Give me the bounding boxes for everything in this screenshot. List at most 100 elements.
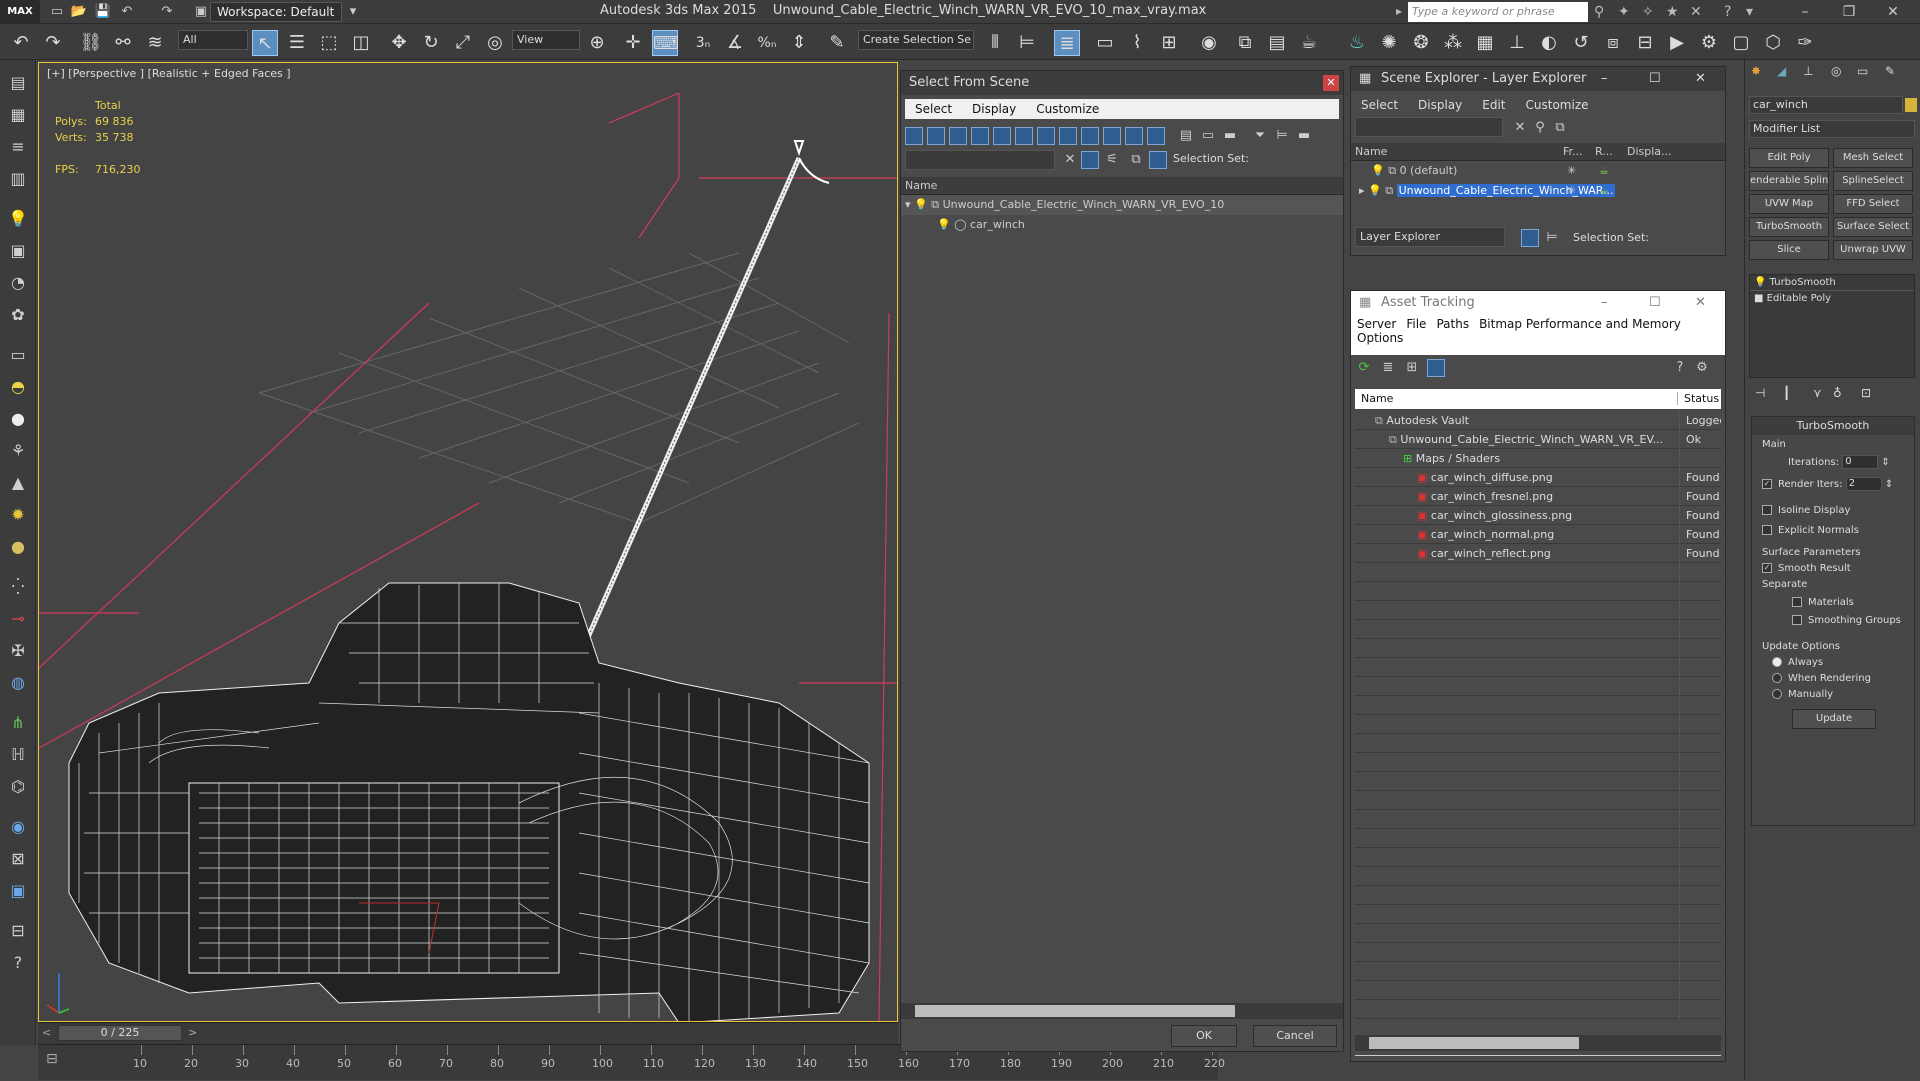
select-object-icon[interactable]: ↖ xyxy=(252,30,278,56)
light-bulb-icon[interactable]: 💡 xyxy=(914,198,928,211)
show-end-result-icon[interactable]: ┃ xyxy=(1783,386,1790,400)
asset-row[interactable] xyxy=(1355,1000,1721,1019)
render-column-header[interactable]: R... xyxy=(1595,143,1613,161)
asset-row[interactable] xyxy=(1355,943,1721,962)
asset-row[interactable]: ⧉ Unwound_Cable_Electric_Winch_WARN_VR_E… xyxy=(1355,430,1721,449)
when-rendering-row[interactable]: When Rendering xyxy=(1772,673,1871,684)
asset-row[interactable] xyxy=(1355,905,1721,924)
curve-editor-icon[interactable]: ⌇ xyxy=(1124,30,1150,56)
asset-row[interactable] xyxy=(1355,582,1721,601)
asset-row[interactable]: ⧉ Autodesk Vault Logged xyxy=(1355,411,1721,430)
maximize-button[interactable]: ☐ xyxy=(1649,67,1661,91)
disc-icon[interactable]: ● xyxy=(5,534,31,560)
find-icon[interactable]: ⚲ xyxy=(1531,119,1549,137)
save-file-icon[interactable]: 💾 xyxy=(94,3,112,21)
light-bulb-icon[interactable]: 💡 xyxy=(1368,184,1382,197)
status-column-header[interactable]: Status xyxy=(1677,392,1719,405)
display-hidden-icon[interactable] xyxy=(1147,127,1165,145)
menu-select[interactable]: Select xyxy=(1351,95,1408,115)
freeze-icon[interactable]: ✳ xyxy=(1567,181,1576,201)
modifier-button[interactable]: Edit Poly xyxy=(1749,148,1829,168)
viewport-label[interactable]: [+] [Perspective ] [Realistic + Edged Fa… xyxy=(47,67,291,80)
vray-sphere-icon[interactable]: ◐ xyxy=(1536,30,1562,56)
asset-row[interactable] xyxy=(1355,753,1721,772)
display-groups-icon[interactable] xyxy=(1037,127,1055,145)
vray-settings-icon[interactable]: ⚙ xyxy=(1696,30,1722,56)
stack-item[interactable]: ■ Editable Poly xyxy=(1750,291,1914,306)
rotate-icon[interactable]: ↻ xyxy=(418,30,444,56)
display-bones-icon[interactable] xyxy=(1081,127,1099,145)
collapse-icon[interactable]: ▬ xyxy=(1295,127,1313,145)
dome-icon[interactable]: ◓ xyxy=(5,374,31,400)
layer-add-icon[interactable]: ⧉ xyxy=(1551,119,1569,137)
asset-row[interactable] xyxy=(1355,563,1721,582)
asset-row[interactable] xyxy=(1355,734,1721,753)
modifier-button[interactable]: Surface Select xyxy=(1833,217,1913,237)
vray-sun-icon[interactable]: ✺ xyxy=(1376,30,1402,56)
reference-coordinate-dropdown[interactable]: View xyxy=(512,30,580,50)
light-bulb-icon[interactable]: 💡 xyxy=(937,218,951,231)
table-view-icon[interactable] xyxy=(1427,359,1445,377)
asset-row[interactable] xyxy=(1355,848,1721,867)
vray-fur-icon[interactable]: ⁂ xyxy=(1440,30,1466,56)
selection-set-icon[interactable] xyxy=(1149,151,1167,169)
make-unique-icon[interactable]: ⋎ xyxy=(1813,386,1822,400)
settings-icon[interactable]: ⚙ xyxy=(1693,359,1711,377)
explorer-type-dropdown[interactable]: Layer Explorer xyxy=(1355,227,1505,247)
help-icon[interactable]: ? xyxy=(1671,359,1689,377)
new-file-icon[interactable]: ▭ xyxy=(48,3,66,21)
asset-row[interactable] xyxy=(1355,620,1721,639)
menu-paths[interactable]: Paths xyxy=(1436,317,1469,331)
scale-icon[interactable]: ⤢ xyxy=(450,30,476,56)
angle-snap-icon[interactable]: ∡ xyxy=(722,30,748,56)
object-color-swatch[interactable] xyxy=(1905,98,1917,112)
menu-customize[interactable]: Customize xyxy=(1516,95,1599,115)
frozen-column-header[interactable]: Fr... xyxy=(1563,143,1583,161)
layers-toggle-icon[interactable] xyxy=(1521,229,1539,247)
menu-options[interactable]: Options xyxy=(1357,331,1403,345)
align-icon[interactable]: ⊨ xyxy=(1014,30,1040,56)
create-tab-icon[interactable]: ✸ xyxy=(1751,64,1761,78)
menu-bitmap-performance[interactable]: Bitmap Performance and Memory xyxy=(1479,317,1681,331)
asset-row[interactable] xyxy=(1355,772,1721,791)
vray-vfb-icon[interactable]: ⧈ xyxy=(1600,30,1626,56)
isoline-row[interactable]: Isoline Display xyxy=(1762,505,1850,516)
asset-row[interactable] xyxy=(1355,886,1721,905)
pin-stack-icon[interactable]: ⊣ xyxy=(1755,386,1765,400)
modify-tab-icon[interactable]: ◢ xyxy=(1777,64,1786,78)
asset-row[interactable]: ▣ car_winch_glossiness.png Found xyxy=(1355,506,1721,525)
asset-row[interactable] xyxy=(1355,677,1721,696)
minimize-button[interactable]: – xyxy=(1601,291,1608,315)
asset-row[interactable]: ▣ car_winch_reflect.png Found xyxy=(1355,544,1721,563)
asset-row[interactable] xyxy=(1355,962,1721,981)
display-column-header[interactable]: Displa... xyxy=(1627,143,1672,161)
maxscript-icon[interactable]: ⊠ xyxy=(5,846,31,872)
always-radio[interactable] xyxy=(1772,657,1782,667)
vray-camera-icon[interactable]: ❂ xyxy=(1408,30,1434,56)
menu-display[interactable]: Display xyxy=(1408,95,1472,115)
find-case-icon[interactable]: ⚟ xyxy=(1103,151,1121,169)
horizontal-scrollbar[interactable] xyxy=(1355,1035,1721,1051)
materials-row[interactable]: Materials xyxy=(1792,597,1854,608)
rectangular-selection-icon[interactable]: ⬚ xyxy=(316,30,342,56)
vray-toggle-icon[interactable]: ↺ xyxy=(1568,30,1594,56)
asset-row[interactable] xyxy=(1355,639,1721,658)
modifier-button[interactable]: Mesh Select xyxy=(1833,148,1913,168)
smoothing-groups-row[interactable]: Smoothing Groups xyxy=(1792,615,1901,626)
rollout-header[interactable]: TurboSmooth xyxy=(1752,417,1914,435)
redo-icon[interactable]: ↷ xyxy=(158,3,176,21)
link-icon[interactable]: ⛓ xyxy=(78,30,104,56)
explicit-normals-row[interactable]: Explicit Normals xyxy=(1762,525,1859,536)
vray-render-icon[interactable]: ▶ xyxy=(1664,30,1690,56)
time-slider[interactable]: < 0 / 225 > xyxy=(38,1022,898,1044)
explicit-normals-checkbox[interactable] xyxy=(1762,525,1772,535)
render-teapot-icon[interactable]: ☕ xyxy=(1599,181,1609,201)
render-teapot-icon[interactable]: ☕ xyxy=(1599,161,1609,181)
tree-row-layer[interactable]: ▾ 💡 ⧉ Unwound_Cable_Electric_Winch_WARN_… xyxy=(901,195,1343,215)
time-slider-next-icon[interactable]: > xyxy=(188,1026,197,1039)
tree-row-object[interactable]: 💡 ◯ car_winch xyxy=(901,215,1343,235)
scrollbar-thumb[interactable] xyxy=(915,1005,1235,1017)
modifier-button[interactable]: UVW Map xyxy=(1749,194,1829,214)
geosphere-icon[interactable]: ⚘ xyxy=(5,438,31,464)
hierarchy-icon[interactable]: ⊨ xyxy=(1273,127,1291,145)
